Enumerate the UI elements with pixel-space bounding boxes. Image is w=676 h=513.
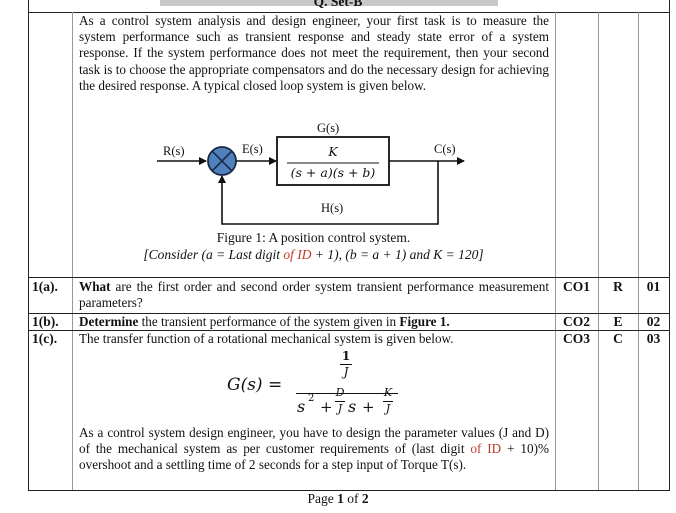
footer-middle: of (343, 491, 362, 506)
question-followup-1c: As a control system design engineer, you… (79, 425, 549, 474)
condition-highlight: of ID (283, 247, 312, 262)
figure-caption: Figure 1: A position control system. (216, 230, 411, 245)
footer-total-pages: 2 (361, 491, 369, 506)
question-number-1a: 1(a). (32, 279, 58, 294)
marks-1a: 01 (646, 279, 661, 294)
question-number-1c: 1(c). (32, 331, 58, 346)
label-input: R(s) (163, 144, 185, 158)
condition-suffix: + 1), (b = a + 1) and K = 120] (311, 247, 484, 262)
co-1a: CO1 (563, 279, 590, 294)
transfer-numerator: K (328, 144, 338, 159)
question-body-1a: are the first order and second order sys… (79, 279, 549, 311)
question-text-1c: The transfer function of a rotational me… (79, 331, 454, 346)
co-1c: CO3 (563, 331, 590, 346)
footer-current-page: 1 (337, 491, 344, 506)
summing-junction-icon (207, 146, 237, 176)
footer-prefix: Page (307, 491, 338, 506)
question-body-1b: the transient performance of the system … (138, 314, 400, 329)
question-figure-ref-1b: Figure 1. (399, 314, 450, 329)
label-error: E(s) (242, 142, 263, 156)
label-forward-block: G(s) (317, 121, 340, 135)
level-1c: C (613, 331, 623, 346)
figure-condition: [Consider (a = Last digit of ID + 1), (b… (72, 246, 555, 263)
question-lead-1a: What (79, 279, 111, 294)
question-text-1b: Determine the transient performance of t… (79, 314, 549, 330)
followup-highlight: of ID (470, 441, 502, 457)
label-output: C(s) (434, 142, 456, 156)
transfer-denominator: (s + a)(s + b) (290, 165, 376, 180)
level-1b: E (613, 314, 623, 329)
question-lead-1b: Determine (79, 314, 139, 329)
question-text-1a: What are the first order and second orde… (79, 279, 549, 311)
level-1a: R (613, 279, 623, 294)
label-feedback: H(s) (321, 201, 344, 215)
marks-1b: 02 (646, 314, 661, 329)
marks-1c: 03 (646, 331, 661, 346)
page-footer: Page 1 of 2 (0, 491, 676, 507)
condition-prefix: [Consider (a = Last digit (143, 247, 284, 262)
question-number-1b: 1(b). (32, 314, 59, 329)
co-1b: CO2 (563, 314, 590, 329)
